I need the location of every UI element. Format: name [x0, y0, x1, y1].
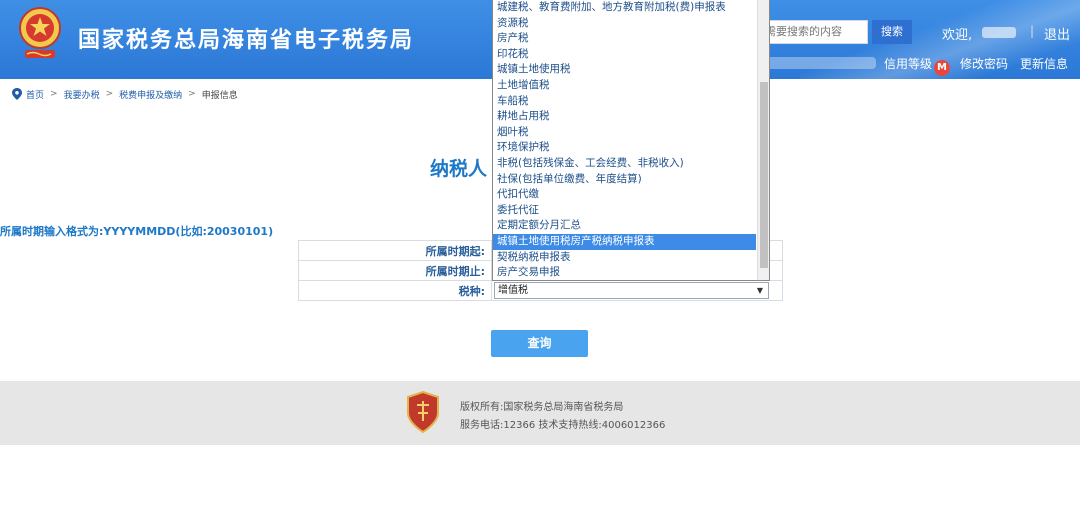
dropdown-option[interactable]: 房产交易申报 — [493, 265, 756, 280]
period-start-label: 所属时期起: — [298, 240, 492, 261]
date-format-hint: 所属时期输入格式为:YYYYMMDD(比如:20030101) — [0, 225, 274, 238]
welcome-text: 欢迎, — [942, 28, 973, 43]
dropdown-option[interactable]: 城镇土地使用税房产税纳税申报表 — [493, 233, 756, 250]
credit-level-label: 信用等级 — [884, 57, 933, 71]
site-footer — [0, 381, 1080, 445]
breadcrumb-separator: > — [50, 89, 58, 99]
username-redacted — [982, 27, 1016, 38]
tax-type-row: 税种: 增值税 ▼ — [298, 280, 783, 301]
dropdown-option[interactable]: 耕地占用税 — [493, 109, 756, 125]
breadcrumb-home[interactable]: 首页 — [26, 88, 44, 101]
breadcrumb: 首页 > 我要办税 > 税费申报及缴纳 > 申报信息 — [12, 87, 238, 101]
dropdown-option[interactable]: 代扣代缴 — [493, 187, 756, 203]
search-input[interactable]: 需要搜索的内容 — [760, 20, 868, 44]
dropdown-scroll-thumb[interactable] — [760, 82, 768, 268]
footer-copyright: 版权所有:国家税务总局海南省税务局 — [460, 402, 624, 413]
search-button[interactable]: 搜索 — [872, 20, 912, 44]
dropdown-option[interactable]: 土地增值税 — [493, 78, 756, 94]
dropdown-options: 城建税、教育费附加、地方教育附加税(费)申报表 资源税 房产税 印花税 城镇土地使用税土… — [493, 0, 769, 280]
page-title: 纳税人 — [430, 158, 488, 180]
change-password-link[interactable]: 修改密码 — [960, 55, 1008, 72]
credit-badge: M — [934, 60, 951, 76]
dropdown-option[interactable]: 烟叶税 — [493, 125, 756, 141]
taxpayer-info-redacted — [766, 57, 876, 69]
tax-type-dropdown-list: 城建税、教育费附加、地方教育附加税(费)申报表 资源税 房产税 印花税 城镇土地使用税土… — [492, 0, 770, 281]
dropdown-option[interactable]: 印花税 — [493, 47, 756, 63]
site-title: 国家税务总局海南省电子税务局 — [78, 28, 415, 53]
breadcrumb-tax-handling[interactable]: 我要办税 — [64, 88, 100, 101]
dropdown-option[interactable]: 城建税、教育费附加、地方教育附加税(费)申报表 — [493, 0, 756, 16]
dropdown-option[interactable]: 房产税 — [493, 31, 756, 47]
logout-link[interactable]: 退出 — [1044, 24, 1070, 43]
dropdown-scrollbar[interactable] — [757, 0, 769, 280]
dropdown-option[interactable]: 非税(包括残保金、工会经费、非税收入) — [493, 156, 756, 172]
footer-service-phone: 服务电话:12366 技术支持热线:4006012366 — [460, 420, 666, 431]
credit-level-link[interactable]: 信用等级 M — [884, 55, 951, 76]
header-separator: | — [1030, 24, 1035, 38]
dropdown-option[interactable]: 定期定额分月汇总 — [493, 218, 756, 234]
tax-type-select[interactable]: 增值税 ▼ — [494, 282, 769, 299]
query-button[interactable]: 查询 — [491, 330, 588, 357]
breadcrumb-declare-pay[interactable]: 税费申报及缴纳 — [119, 88, 182, 101]
tax-shield-logo-icon — [407, 391, 439, 433]
dropdown-option[interactable]: 委托代征 — [493, 203, 756, 219]
period-end-label: 所属时期止: — [298, 260, 492, 281]
update-info-link[interactable]: 更新信息 — [1020, 55, 1068, 72]
tax-type-cell: 增值税 ▼ — [491, 280, 783, 301]
breadcrumb-separator: > — [188, 89, 196, 99]
breadcrumb-separator: > — [105, 89, 114, 99]
page: 国家税务总局海南省电子税务局 需要搜索的内容 搜索 欢迎, | 退出 信用等级 M… — [0, 0, 1080, 527]
dropdown-option[interactable]: 车船税 — [493, 94, 756, 110]
tax-emblem-icon — [19, 7, 61, 58]
dropdown-option[interactable]: 资源税 — [493, 16, 756, 32]
dropdown-option[interactable]: 城镇土地使用税 — [493, 62, 756, 78]
chevron-down-icon: ▼ — [756, 286, 763, 295]
tax-type-selected-value: 增值税 — [498, 285, 528, 296]
tax-type-label: 税种: — [298, 280, 492, 301]
dropdown-option[interactable]: 契税纳税申报表 — [493, 250, 756, 266]
location-pin-icon — [12, 88, 22, 100]
dropdown-option[interactable]: 社保(包括单位缴费、年度结算) — [493, 172, 756, 188]
breadcrumb-current: 申报信息 — [201, 90, 238, 101]
dropdown-option[interactable]: 环境保护税 — [493, 140, 756, 156]
